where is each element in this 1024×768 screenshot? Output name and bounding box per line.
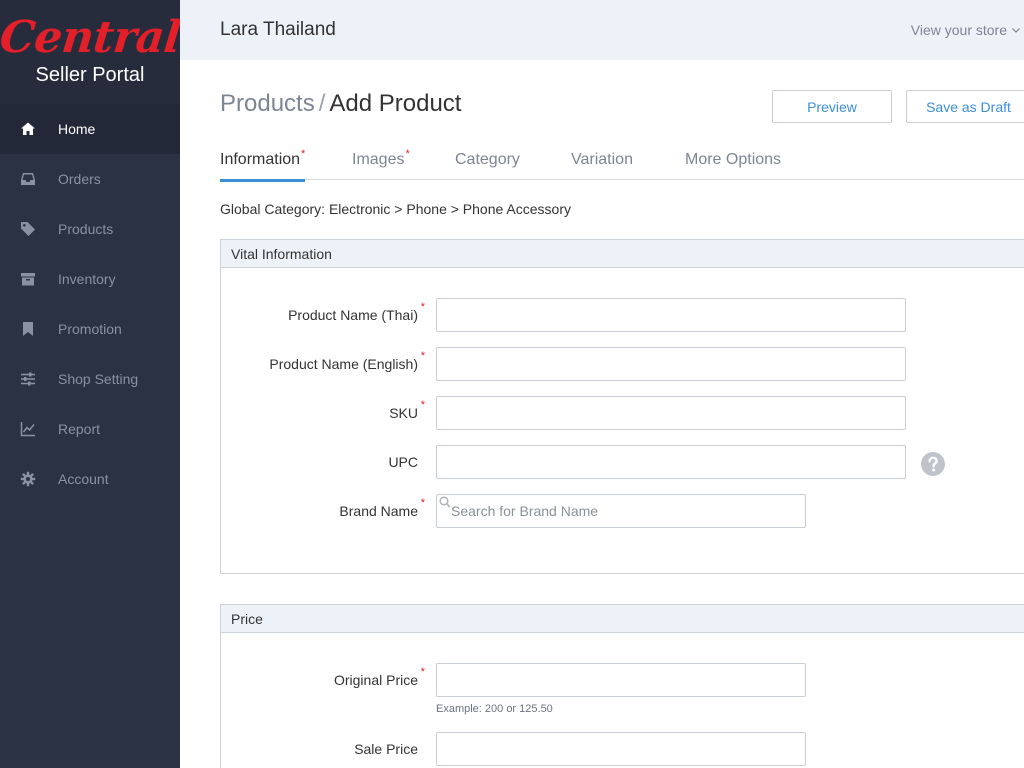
tab-category[interactable]: Category [455,151,520,180]
product-name-thai-input[interactable] [436,298,906,332]
save-draft-button[interactable]: Save as Draft [906,90,1024,123]
tab-label: Information [220,151,301,168]
original-price-hint: Example: 200 or 125.50 [436,703,553,715]
breadcrumb: Products / Add Product [220,90,461,118]
inbox-icon [19,170,37,188]
tab-label: Category [455,151,520,168]
top-bar: Lara Thailand View your store [180,0,1024,60]
logo-brand: Central [0,12,183,63]
original-price-input[interactable] [436,663,806,697]
preview-button[interactable]: Preview [772,90,892,123]
form-row-original-price: Original Price * Example: 200 or 125.50 [221,663,1021,715]
field-label: Product Name (English) * [269,350,425,372]
field-label: Original Price * [333,666,425,688]
product-name-english-input[interactable] [436,347,906,381]
global-category-path: Global Category: Electronic > Phone > Ph… [220,201,571,217]
sidebar-item-label: Inventory [58,271,116,287]
sidebar-nav: Home Orders Products Inventory Promotion [0,104,180,504]
required-marker: * [301,148,306,160]
sidebar-item-orders[interactable]: Orders [0,154,180,204]
sidebar-item-label: Report [58,421,101,437]
required-marker: * [420,399,425,411]
required-marker: * [420,666,425,678]
tab-label: More Options [685,151,782,168]
tab-information[interactable]: Information* [220,148,306,182]
search-icon [439,496,451,508]
field-label: Brand Name * [339,497,425,519]
tab-images[interactable]: Images* [352,148,410,180]
tab-variation[interactable]: Variation [571,151,633,180]
main-content: Products / Add Product Preview Save as Dra… [220,60,1024,768]
sidebar-item-account[interactable]: Account [0,454,180,504]
field-label: UPC [388,454,418,470]
vital-information-panel: Vital Information Product Name (Thai) * P… [220,239,1024,574]
sidebar-item-products[interactable]: Products [0,204,180,254]
field-label: Sale Price [354,741,418,757]
sidebar-item-label: Products [58,221,114,237]
sale-price-input[interactable] [436,732,806,766]
sku-input[interactable] [436,396,906,430]
required-marker: * [420,350,425,362]
required-marker: * [420,497,425,509]
sidebar-item-home[interactable]: Home [0,104,180,154]
breadcrumb-products-link[interactable]: Products [220,90,315,117]
sidebar: Central Seller Portal Home Orders Produc… [0,0,183,768]
sidebar-item-label: Home [58,121,96,137]
tab-bar: Information* Images* Category Variation … [220,148,1024,182]
gear-icon [19,470,37,488]
sidebar-item-promotion[interactable]: Promotion [0,304,180,354]
sidebar-item-shop-setting[interactable]: Shop Setting [0,354,180,404]
form-row-sku: SKU * [221,396,1021,430]
page-title: Add Product [329,90,462,117]
chevron-down-icon [1012,27,1020,33]
form-row-product-name-english: Product Name (English) * [221,347,1021,381]
home-icon [19,120,37,138]
required-marker: * [420,301,425,313]
sidebar-item-label: Account [58,471,109,487]
help-icon[interactable] [921,452,945,476]
field-label: SKU * [389,399,425,421]
archive-icon [19,270,37,288]
panel-title: Vital Information [221,240,1024,268]
store-name: Lara Thailand [220,19,336,40]
sidebar-item-label: Shop Setting [58,371,139,387]
sliders-icon [19,370,37,388]
tag-icon [19,220,37,238]
required-marker: * [405,148,410,160]
brand-search-input[interactable] [436,494,806,528]
upc-input[interactable] [436,445,906,479]
breadcrumb-separator: / [318,90,326,117]
view-store-dropdown[interactable]: View your store [911,22,1020,38]
line-chart-icon [19,420,37,438]
price-panel: Price Original Price * Example: 200 or 12… [220,604,1024,768]
sidebar-item-inventory[interactable]: Inventory [0,254,180,304]
tab-label: Variation [571,151,633,168]
form-row-upc: UPC [221,445,1021,479]
form-row-product-name-thai: Product Name (Thai) * [221,298,1021,332]
panel-title: Price [221,605,1024,633]
tab-more-options[interactable]: More Options [685,151,781,180]
sidebar-item-label: Promotion [58,321,122,337]
logo-subtitle: Seller Portal [35,64,145,86]
brand-search [436,494,806,528]
logo[interactable]: Central Seller Portal [0,0,183,104]
view-store-label: View your store [910,22,1007,38]
sidebar-item-label: Orders [58,171,101,187]
form-row-sale-price: Sale Price [221,732,1021,766]
tab-label: Images [352,151,405,168]
field-label: Product Name (Thai) * [288,301,425,323]
sidebar-item-report[interactable]: Report [0,404,180,454]
form-row-brand-name: Brand Name * [221,494,1021,528]
bookmark-icon [19,320,37,338]
